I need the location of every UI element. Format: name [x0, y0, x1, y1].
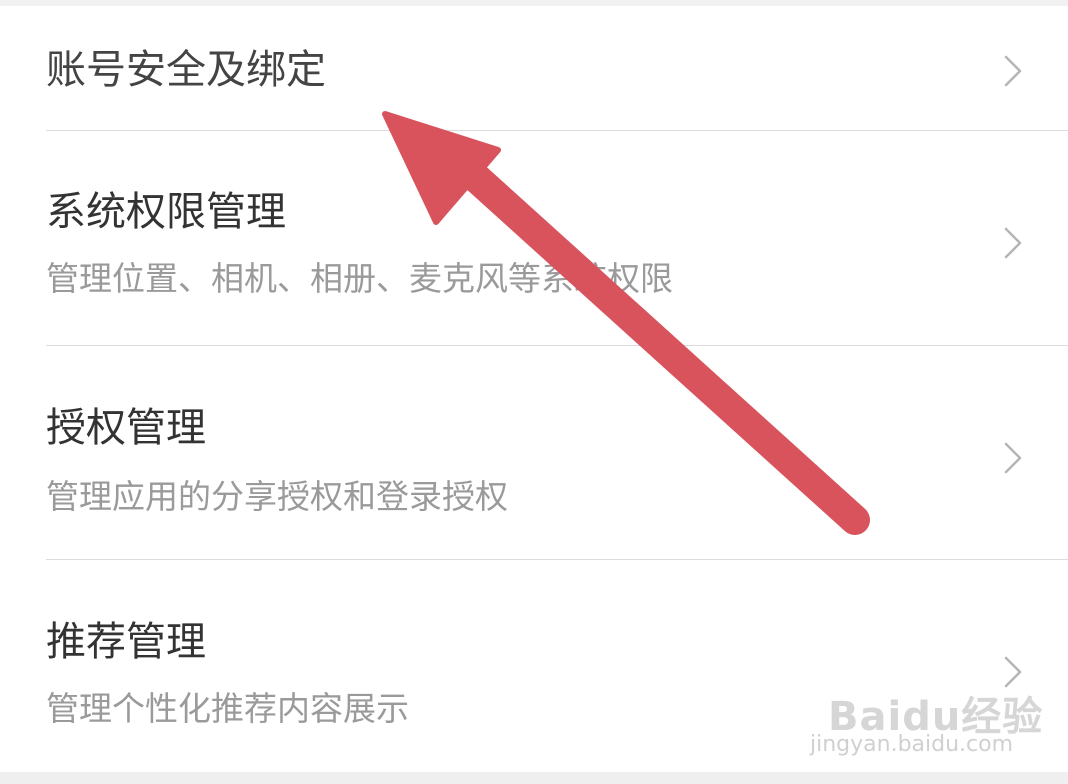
chevron-right-icon: [1004, 55, 1022, 87]
settings-item-title: 授权管理: [46, 405, 206, 451]
watermark: Baidu经验 jingyan.baidu.com: [810, 654, 1042, 764]
bottom-strip: [0, 772, 1068, 784]
settings-item-authorization[interactable]: 授权管理 管理应用的分享授权和登录授权: [0, 346, 1068, 560]
settings-item-account-security[interactable]: 账号安全及绑定: [0, 6, 1068, 131]
settings-item-title: 推荐管理: [46, 619, 206, 665]
settings-item-system-permissions[interactable]: 系统权限管理 管理位置、相机、相册、麦克风等系统权限: [0, 131, 1068, 346]
chevron-right-icon: [1004, 227, 1022, 259]
settings-item-title: 账号安全及绑定: [46, 47, 326, 93]
settings-item-subtitle: 管理应用的分享授权和登录授权: [46, 477, 508, 516]
chevron-right-icon: [1004, 442, 1022, 474]
settings-item-subtitle: 管理个性化推荐内容展示: [46, 689, 409, 728]
settings-item-title: 系统权限管理: [46, 189, 286, 235]
watermark-url: jingyan.baidu.com: [810, 732, 1014, 757]
settings-item-subtitle: 管理位置、相机、相册、麦克风等系统权限: [46, 259, 673, 298]
